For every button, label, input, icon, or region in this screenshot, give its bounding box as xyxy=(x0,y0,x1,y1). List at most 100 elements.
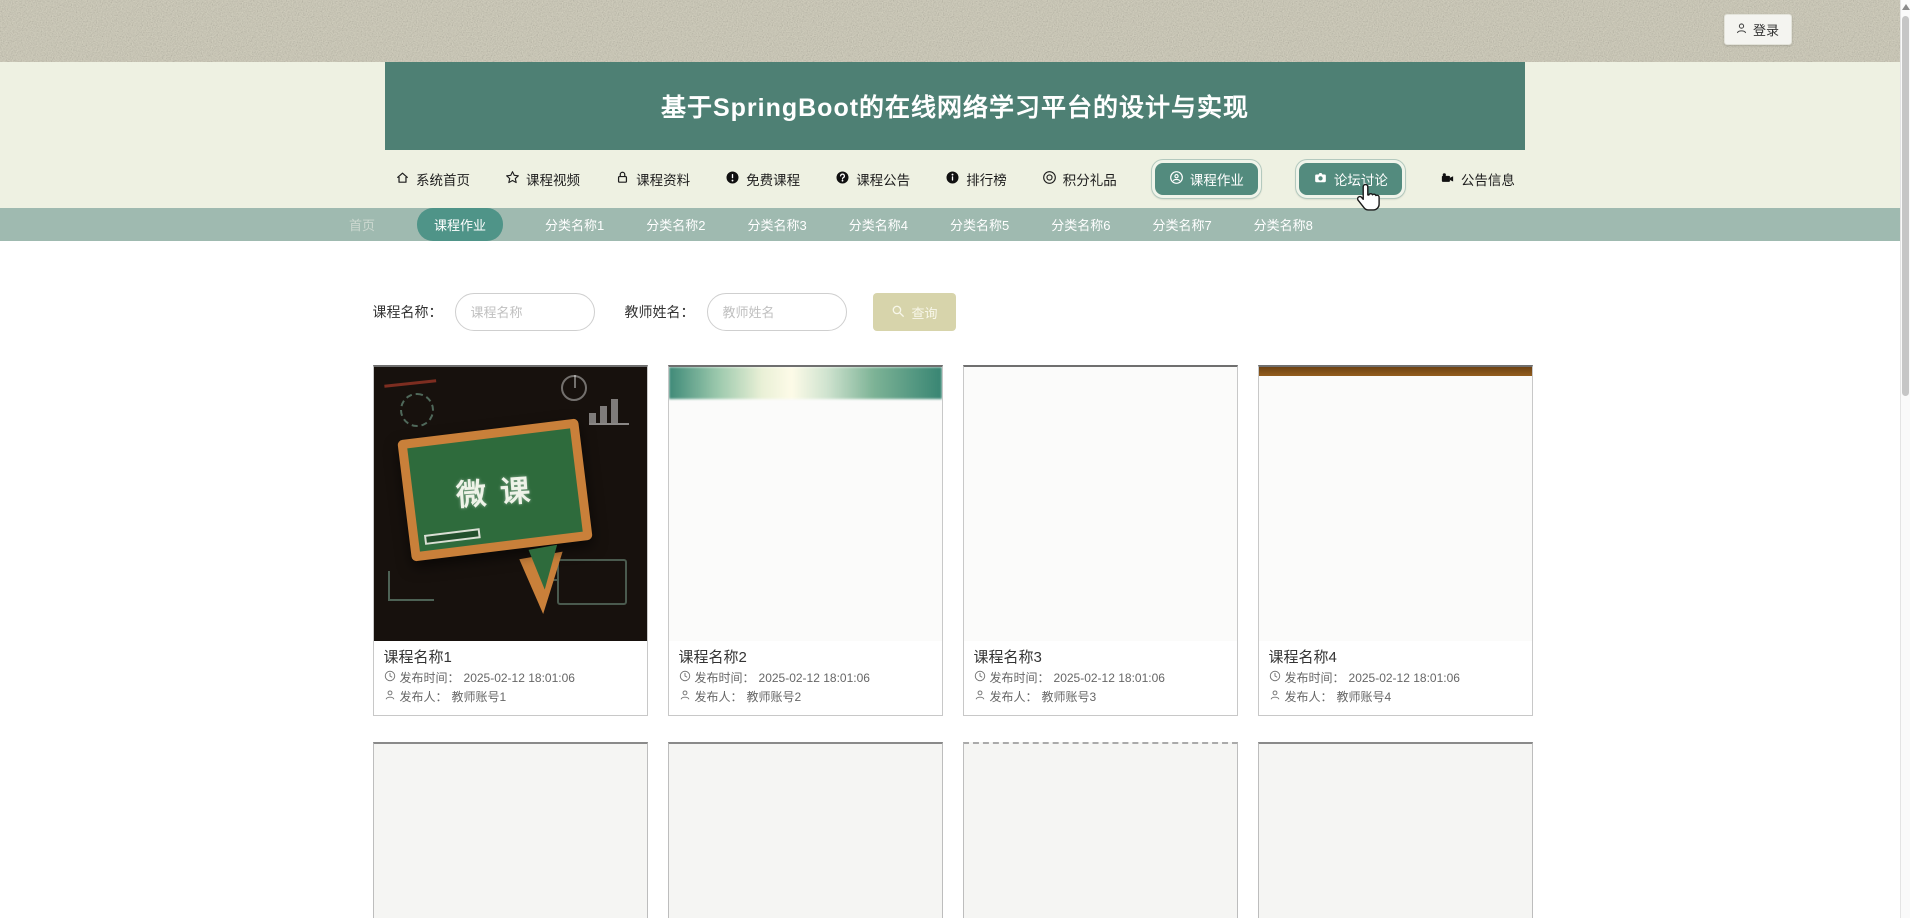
chalk-doodle xyxy=(383,374,436,387)
nav-label: 公告信息 xyxy=(1461,169,1515,189)
course-publisher: 发布人： 教师账号3 xyxy=(974,688,1227,707)
course-image-partial xyxy=(1259,367,1532,641)
camera-icon xyxy=(1313,170,1328,188)
person-icon xyxy=(384,688,396,707)
course-title[interactable]: 课程名称3 xyxy=(974,647,1227,669)
time-value: 2025-02-12 18:01:06 xyxy=(759,669,870,688)
nav-item-course-materials[interactable]: 课程资料 xyxy=(615,169,690,189)
login-button[interactable]: 登录 xyxy=(1724,14,1792,45)
site-title: 基于SpringBoot的在线网络学习平台的设计与实现 xyxy=(661,88,1249,124)
question-circle-icon xyxy=(835,170,850,188)
blackboard-text: 微课 xyxy=(444,465,545,516)
header: 基于SpringBoot的在线网络学习平台的设计与实现 系统首页 课程视频 课程… xyxy=(0,62,1910,208)
course-card-info: 课程名称3 发布时间： 2025-02-12 18:01:06 发布人： 教师账… xyxy=(964,641,1237,715)
course-card-4[interactable]: 课程名称4 发布时间： 2025-02-12 18:01:06 发布人： 教师账… xyxy=(1258,365,1533,716)
chalk-doodle xyxy=(589,397,629,425)
nav-label: 课程作业 xyxy=(1190,169,1244,189)
user-circle-icon xyxy=(1169,170,1184,188)
user-icon xyxy=(1735,22,1748,38)
course-image-blank xyxy=(964,367,1237,641)
subnav-item-category-2[interactable]: 分类名称2 xyxy=(646,215,705,234)
nav-item-system-home[interactable]: 系统首页 xyxy=(395,169,470,189)
course-card-6-loading[interactable] xyxy=(668,742,943,918)
publisher-label: 发布人： xyxy=(990,688,1038,707)
course-card-7-loading[interactable] xyxy=(963,742,1238,918)
login-label: 登录 xyxy=(1753,20,1779,39)
subnav-item-category-8[interactable]: 分类名称8 xyxy=(1254,215,1313,234)
nav-label: 论坛讨论 xyxy=(1334,169,1388,189)
course-card-info: 课程名称2 发布时间： 2025-02-12 18:01:06 发布人： 教师账… xyxy=(669,641,942,715)
site-banner: 基于SpringBoot的在线网络学习平台的设计与实现 xyxy=(385,62,1525,150)
course-card-3[interactable]: 课程名称3 发布时间： 2025-02-12 18:01:06 发布人： 教师账… xyxy=(963,365,1238,716)
course-card-1[interactable]: 微课 课程名称1 发布时间： 2025-02-12 18:01:06 发布人： … xyxy=(373,365,648,716)
course-card-5-loading[interactable] xyxy=(373,742,648,918)
teacher-name-label: 教师姓名： xyxy=(625,302,695,322)
sub-nav: 首页 课程作业 分类名称1 分类名称2 分类名称3 分类名称4 分类名称5 分类… xyxy=(0,208,1910,241)
search-button[interactable]: 查询 xyxy=(873,293,956,331)
subnav-item-category-7[interactable]: 分类名称7 xyxy=(1152,215,1211,234)
time-value: 2025-02-12 18:01:06 xyxy=(1054,669,1165,688)
scrollbar-thumb[interactable] xyxy=(1902,16,1909,396)
nav-item-course-announcements[interactable]: 课程公告 xyxy=(835,169,910,189)
nav-label: 积分礼品 xyxy=(1063,169,1117,189)
course-card-2[interactable]: 课程名称2 发布时间： 2025-02-12 18:01:06 发布人： 教师账… xyxy=(668,365,943,716)
time-label: 发布时间： xyxy=(990,669,1050,688)
person-icon xyxy=(679,688,691,707)
nav-label: 课程公告 xyxy=(856,169,910,189)
course-card-info: 课程名称1 发布时间： 2025-02-12 18:01:06 发布人： 教师账… xyxy=(374,641,647,715)
course-publish-time: 发布时间： 2025-02-12 18:01:06 xyxy=(974,669,1227,688)
main-nav: 系统首页 课程视频 课程资料 免费课程 课程公告 排行榜 积分礼品 课程作业 xyxy=(385,150,1525,208)
time-value: 2025-02-12 18:01:06 xyxy=(464,669,575,688)
nav-item-points-gifts[interactable]: 积分礼品 xyxy=(1042,169,1117,189)
course-title[interactable]: 课程名称2 xyxy=(679,647,932,669)
course-card-grid: 微课 课程名称1 发布时间： 2025-02-12 18:01:06 发布人： … xyxy=(373,365,1538,918)
publisher-value: 教师账号1 xyxy=(452,688,507,707)
exclamation-circle-icon xyxy=(725,170,740,188)
time-label: 发布时间： xyxy=(1285,669,1345,688)
image-strip xyxy=(1259,367,1532,376)
nav-item-forum-discussion[interactable]: 论坛讨论 xyxy=(1296,160,1405,198)
teacher-name-input[interactable] xyxy=(707,293,847,331)
subnav-item-category-3[interactable]: 分类名称3 xyxy=(748,215,807,234)
publisher-label: 发布人： xyxy=(400,688,448,707)
publisher-label: 发布人： xyxy=(1285,688,1333,707)
search-form: 课程名称： 教师姓名： 查询 xyxy=(373,241,1538,331)
nav-item-course-videos[interactable]: 课程视频 xyxy=(505,169,580,189)
vertical-scrollbar[interactable] xyxy=(1900,0,1910,918)
chalk-doodle xyxy=(388,571,434,601)
home-icon xyxy=(395,170,410,188)
course-title[interactable]: 课程名称1 xyxy=(384,647,637,669)
course-card-8-loading[interactable] xyxy=(1258,742,1533,918)
course-name-input[interactable] xyxy=(455,293,595,331)
subnav-item-category-6[interactable]: 分类名称6 xyxy=(1051,215,1110,234)
course-name-label: 课程名称： xyxy=(373,302,443,322)
nav-item-free-courses[interactable]: 免费课程 xyxy=(725,169,800,189)
subnav-item-course-assignments-active[interactable]: 课程作业 xyxy=(417,208,503,241)
search-icon xyxy=(891,304,905,321)
publisher-value: 教师账号4 xyxy=(1337,688,1392,707)
nav-label: 课程视频 xyxy=(526,169,580,189)
time-value: 2025-02-12 18:01:06 xyxy=(1349,669,1460,688)
clock-icon xyxy=(384,669,396,688)
course-card-info: 课程名称4 发布时间： 2025-02-12 18:01:06 发布人： 教师账… xyxy=(1259,641,1532,715)
search-button-label: 查询 xyxy=(912,303,938,322)
course-title[interactable]: 课程名称4 xyxy=(1269,647,1522,669)
info-circle-icon xyxy=(945,170,960,188)
main-content: 课程名称： 教师姓名： 查询 xyxy=(0,241,1910,918)
subnav-item-home[interactable]: 首页 xyxy=(349,215,375,234)
subnav-item-category-4[interactable]: 分类名称4 xyxy=(849,215,908,234)
course-image-blackboard: 微课 xyxy=(374,367,647,641)
nav-item-course-assignments[interactable]: 课程作业 xyxy=(1152,160,1261,198)
nav-item-rankings[interactable]: 排行榜 xyxy=(945,169,1007,189)
publisher-value: 教师账号2 xyxy=(747,688,802,707)
clock-icon xyxy=(679,669,691,688)
course-publisher: 发布人： 教师账号2 xyxy=(679,688,932,707)
scrollbar-up-arrow[interactable] xyxy=(1902,4,1910,10)
subnav-item-category-1[interactable]: 分类名称1 xyxy=(545,215,604,234)
time-label: 发布时间： xyxy=(400,669,460,688)
announcement-icon xyxy=(1440,170,1455,188)
subnav-item-category-5[interactable]: 分类名称5 xyxy=(950,215,1009,234)
nav-item-announcement-info[interactable]: 公告信息 xyxy=(1440,169,1515,189)
time-label: 发布时间： xyxy=(695,669,755,688)
clock-icon xyxy=(974,669,986,688)
